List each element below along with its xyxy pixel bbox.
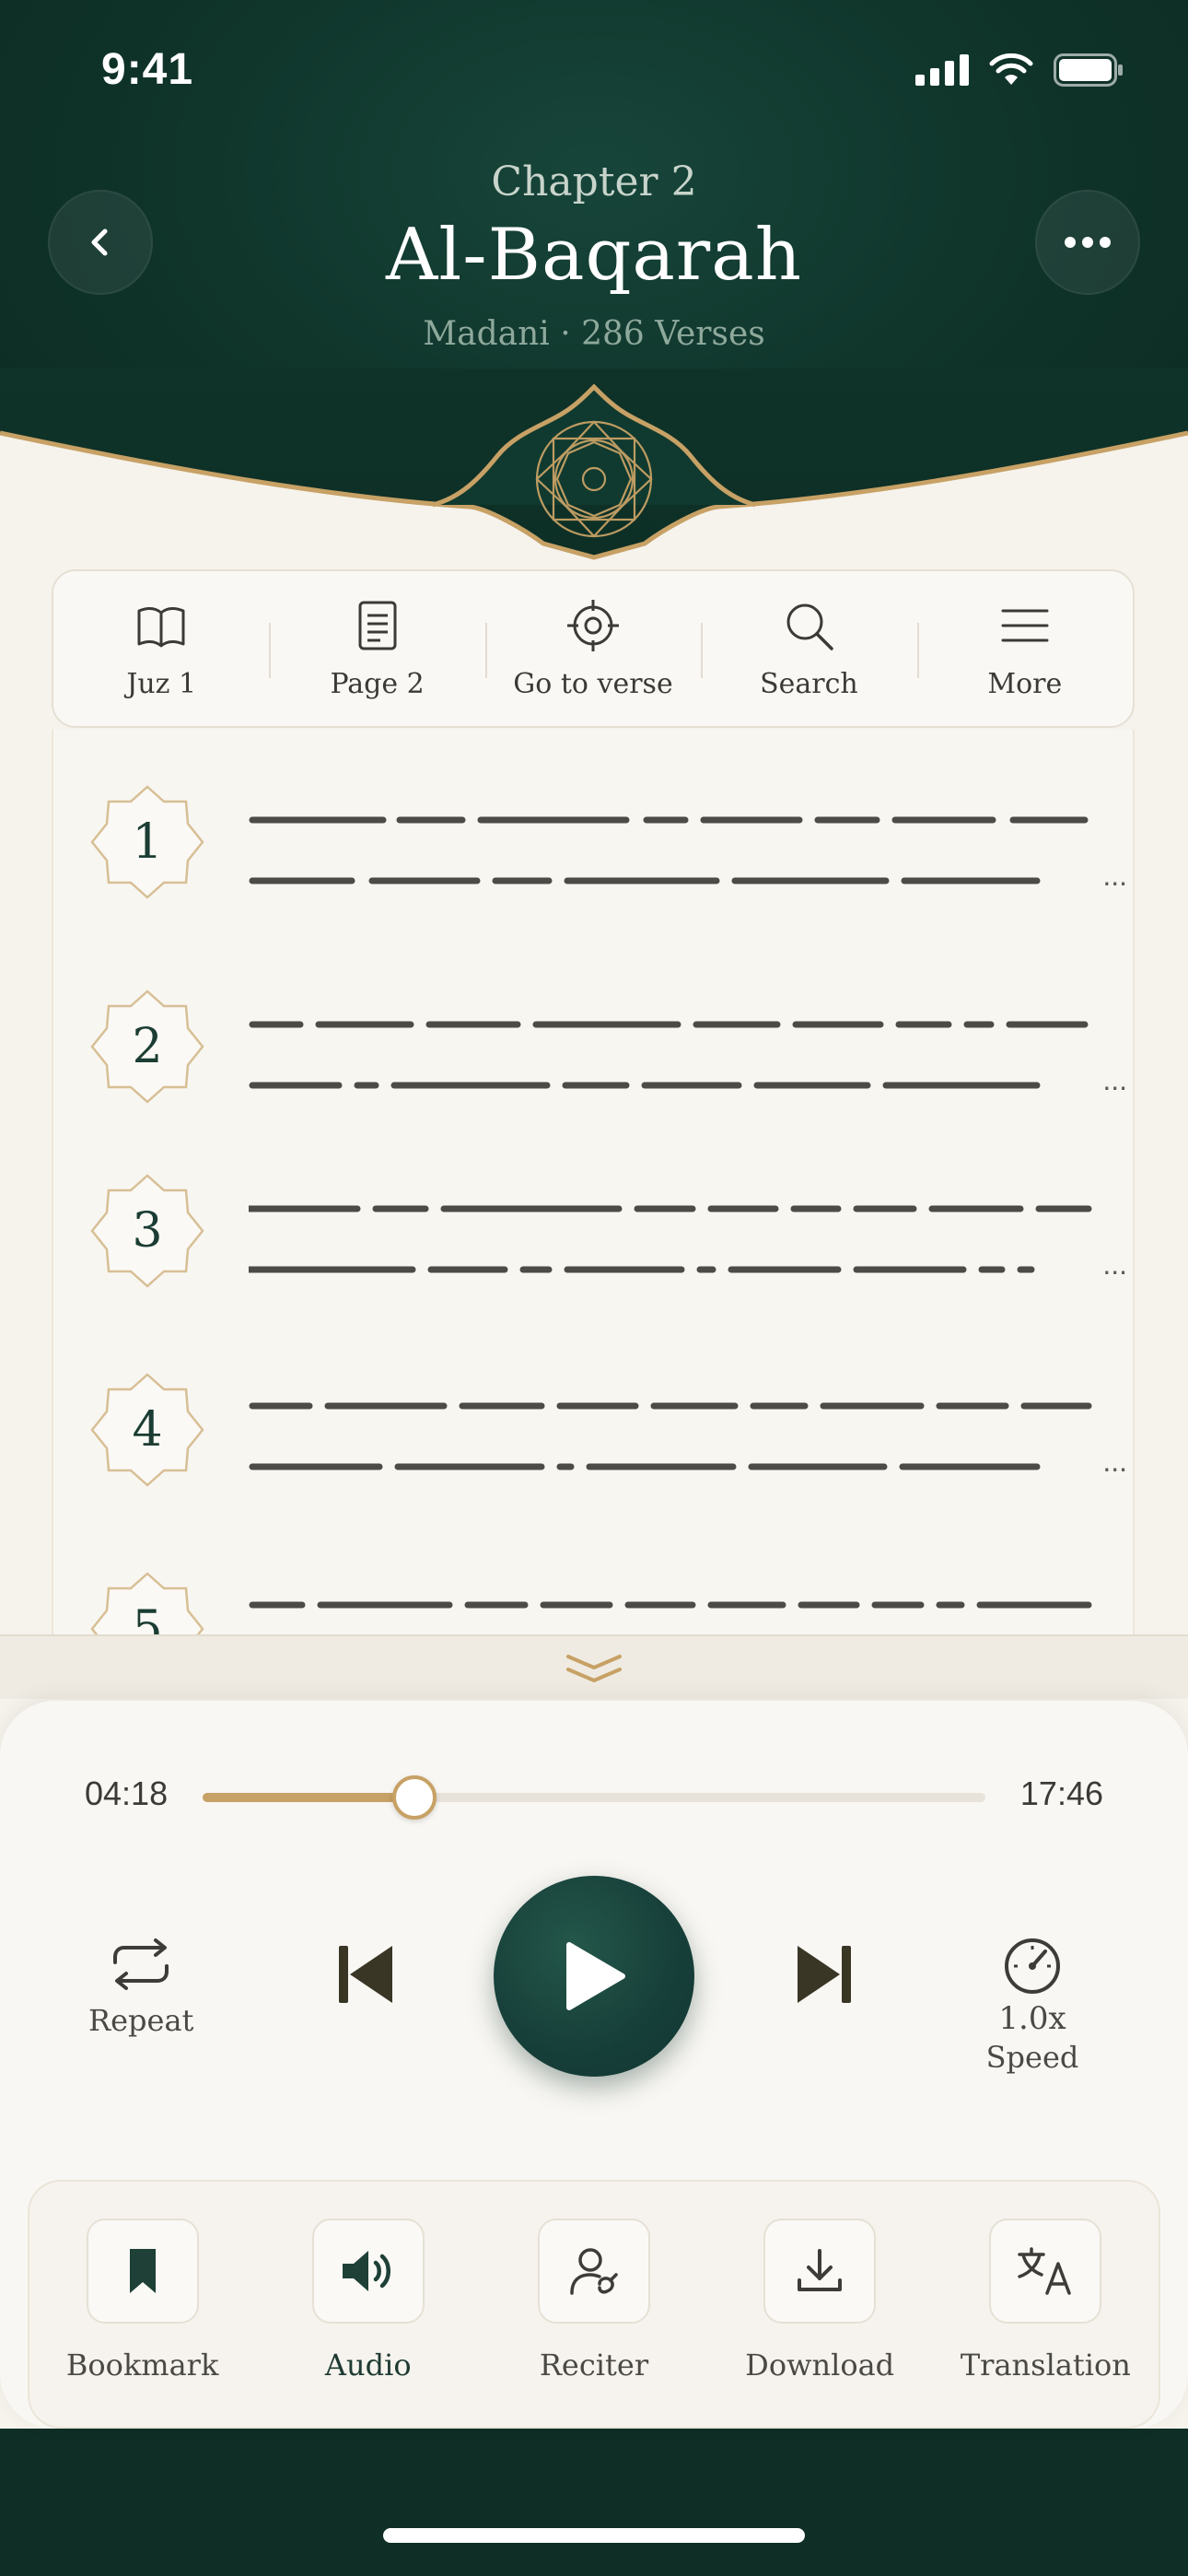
audio-button[interactable] (311, 2219, 425, 2324)
book-icon (137, 606, 185, 647)
verse-number-badge: 1 (87, 781, 208, 903)
repeat-label: Repeat (88, 2003, 194, 2038)
verse-text-placeholder (249, 1205, 1092, 1273)
status-bar: 9:41 (0, 0, 1188, 138)
total-time: 17:46 (1019, 1774, 1103, 1812)
verse-row[interactable]: 3 ... (53, 1170, 1133, 1354)
translate-icon (1018, 2247, 1072, 2295)
action-bar: Bookmark Audio Reciter Download Translat… (28, 2180, 1160, 2429)
status-time: 9:41 (101, 45, 194, 94)
target-icon (567, 599, 620, 651)
toolbar-search[interactable]: Search (701, 571, 916, 726)
cellular-signal-icon (915, 54, 969, 86)
toolbar-go-to-verse-label: Go to verse (513, 667, 673, 700)
double-chevron-down-icon (566, 1655, 622, 1682)
menu-icon (1001, 609, 1049, 641)
home-indicator (383, 2528, 805, 2543)
header-ornament (0, 369, 1188, 560)
toolbar-page[interactable]: Page 2 (269, 571, 484, 726)
repeat-icon (113, 1938, 169, 1990)
bookmark-action[interactable]: Bookmark (41, 2219, 244, 2383)
verse-number-badge: 3 (87, 1170, 208, 1292)
status-icons (915, 53, 1124, 87)
collapse-handle[interactable] (0, 1634, 1188, 1699)
verse-text-placeholder (249, 1402, 1092, 1470)
download-button[interactable] (763, 2219, 877, 2324)
verse-ellipsis: ... (1102, 859, 1127, 892)
reciter-button[interactable] (537, 2219, 650, 2324)
verse-text-placeholder (249, 1601, 1092, 1609)
toolbar-search-label: Search (760, 667, 858, 700)
verse-row[interactable]: 2 ... (53, 986, 1133, 1170)
current-time: 04:18 (85, 1774, 169, 1812)
progress-thumb[interactable] (391, 1775, 437, 1820)
progress-fill (203, 1793, 414, 1802)
surah-meta: Madani · 286 Verses (423, 315, 765, 353)
toolbar-more[interactable]: More (916, 571, 1133, 726)
verse-ellipsis: ... (1102, 1063, 1127, 1096)
surah-title: Al-Baqarah (386, 214, 802, 297)
search-icon (786, 603, 834, 650)
play-button[interactable] (494, 1876, 694, 2077)
verse-text-placeholder (249, 1021, 1089, 1089)
verse-number-badge: 2 (87, 986, 208, 1107)
verse-number: 3 (132, 1203, 163, 1259)
toolbar-more-label: More (987, 667, 1063, 700)
repeat-button[interactable]: Repeat (88, 1937, 193, 2040)
audio-action[interactable]: Audio (267, 2219, 470, 2383)
bookmark-button[interactable] (86, 2219, 199, 2324)
verse-row[interactable]: 5 (53, 1568, 1133, 1634)
toolbar-juz[interactable]: Juz 1 (53, 571, 269, 726)
verse-number: 5 (132, 1601, 163, 1634)
reader-toolbar: Juz 1 Page 2 Go to verse Search More (52, 569, 1135, 728)
verse-number: 4 (132, 1402, 163, 1458)
verse-number: 2 (132, 1019, 163, 1074)
download-icon (798, 2249, 843, 2291)
bookmark-icon (129, 2249, 156, 2293)
verse-number-badge: 5 (87, 1568, 208, 1634)
verse-list: 1 ... 2 ... 3 ... 4 ... 5 (52, 730, 1135, 1634)
speaker-icon (342, 2251, 390, 2291)
wifi-icon (989, 53, 1033, 85)
skip-previous-icon (339, 1946, 392, 2003)
reciter-action[interactable]: Reciter (493, 2219, 695, 2383)
speed-button[interactable]: 1.0x Speed (973, 1937, 1092, 2077)
verse-ellipsis: ... (1102, 1445, 1127, 1478)
verse-row[interactable]: 4 ... (53, 1369, 1133, 1553)
bookmark-label: Bookmark (65, 2348, 219, 2383)
verse-row[interactable]: 1 ... (53, 781, 1133, 966)
download-action[interactable]: Download (718, 2219, 921, 2383)
download-label: Download (745, 2348, 895, 2383)
play-icon (566, 1942, 625, 2010)
toolbar-page-label: Page 2 (330, 667, 425, 700)
battery-icon (1054, 53, 1123, 87)
page-icon (358, 601, 397, 650)
toolbar-juz-label: Juz 1 (126, 667, 197, 700)
verse-text-placeholder (249, 816, 1089, 884)
verse-number: 1 (132, 814, 163, 870)
speedometer-icon (1005, 1938, 1060, 1994)
previous-button[interactable] (335, 1944, 396, 2005)
speed-label: Speed (985, 2040, 1079, 2075)
toolbar-go-to-verse[interactable]: Go to verse (484, 571, 701, 726)
next-button[interactable] (794, 1944, 855, 2005)
speed-value: 1.0x (998, 2000, 1066, 2037)
verse-ellipsis: ... (1102, 1247, 1127, 1281)
chapter-label: Chapter 2 (491, 158, 697, 205)
verse-number-badge: 4 (87, 1369, 208, 1491)
translation-label: Translation (960, 2348, 1131, 2383)
skip-next-icon (798, 1946, 851, 2003)
translation-action[interactable]: Translation (944, 2219, 1147, 2383)
audio-label: Audio (324, 2348, 412, 2383)
progress-slider[interactable] (203, 1775, 985, 1820)
audio-player: 04:18 17:46 Repeat 1.0x Speed Bookmark A… (0, 1701, 1188, 2429)
translation-button[interactable] (989, 2219, 1102, 2324)
reciter-icon (570, 2248, 618, 2295)
reciter-label: Reciter (539, 2348, 649, 2383)
